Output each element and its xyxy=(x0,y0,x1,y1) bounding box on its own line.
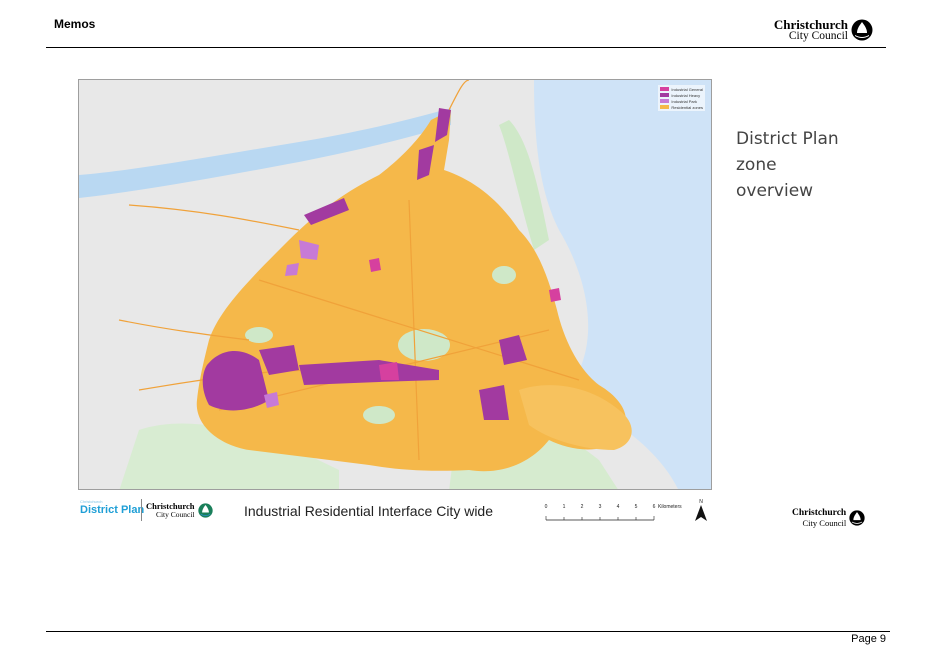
legend-swatch xyxy=(660,87,670,91)
council-emblem-icon xyxy=(849,510,865,526)
scale-tick-label: 6 xyxy=(652,504,656,510)
logo-line-2: City Council xyxy=(802,517,847,528)
header-divider xyxy=(46,47,886,48)
green-patch xyxy=(245,327,273,343)
north-arrow-icon xyxy=(695,505,707,521)
scale-line-graphic xyxy=(545,516,655,521)
industrial-general-2 xyxy=(549,288,561,302)
legend-swatch xyxy=(660,99,670,103)
district-plan-text: District Plan xyxy=(80,504,145,516)
legend-label: Industrial Park xyxy=(671,98,697,104)
memo-title: Memos xyxy=(54,17,96,31)
green-patch xyxy=(363,406,395,424)
heading-line: overview xyxy=(736,181,814,201)
scale-tick-label: 5 xyxy=(634,504,638,510)
scale-unit: Kilometers xyxy=(658,504,682,510)
industrial-general-3 xyxy=(369,258,381,272)
heading-line: zone xyxy=(736,155,777,175)
legend-label: Industrial Heavy xyxy=(671,92,701,98)
district-plan-logo: Christchurch District Plan xyxy=(80,500,144,516)
logo-line-2: City Council xyxy=(155,509,195,519)
scale-tick-label: 1 xyxy=(562,504,566,510)
map-caption: Industrial Residential Interface City wi… xyxy=(244,503,494,519)
legend-item: Residential zones xyxy=(660,104,703,110)
green-patch xyxy=(492,266,516,284)
footer-divider xyxy=(46,631,890,632)
scale-tick-label: 2 xyxy=(580,504,584,510)
scale-tick-label: 0 xyxy=(544,504,548,510)
map-legend: Industrial General Industrial Heavy Indu… xyxy=(658,85,705,111)
industrial-ferrymead xyxy=(479,385,509,420)
legend-label: Residential zones xyxy=(671,104,703,110)
council-logo-slide: Christchurch City Council xyxy=(792,508,865,528)
council-emblem-icon xyxy=(197,502,213,518)
scale-bar: 0 1 2 3 4 5 6 Kilometers xyxy=(544,502,690,522)
legend-swatch xyxy=(660,105,670,109)
map-graphic xyxy=(79,80,711,489)
map-footer-band: Christchurch District Plan Christchurch … xyxy=(78,497,718,525)
scale-tick-label: 3 xyxy=(598,504,602,510)
scale-tick-label: 4 xyxy=(616,504,620,510)
legend-label: Industrial General xyxy=(671,86,703,92)
legend-swatch xyxy=(660,93,670,97)
industrial-general-1 xyxy=(379,362,399,380)
zone-map: Industrial General Industrial Heavy Indu… xyxy=(78,79,712,490)
slide-heading: District Plan zone overview xyxy=(736,126,876,204)
logo-divider xyxy=(141,499,142,521)
council-logo-band: Christchurch City Council xyxy=(146,502,213,518)
council-logo-header: Christchurch City Council xyxy=(774,18,873,43)
heading-line: District Plan xyxy=(736,129,839,149)
page-number: Page 9 xyxy=(851,633,886,645)
north-arrow: N xyxy=(694,499,708,523)
logo-line-2: City Council xyxy=(788,30,848,42)
scale-labels: 0 1 2 3 4 5 6 xyxy=(544,504,664,510)
council-emblem-icon xyxy=(851,19,873,41)
